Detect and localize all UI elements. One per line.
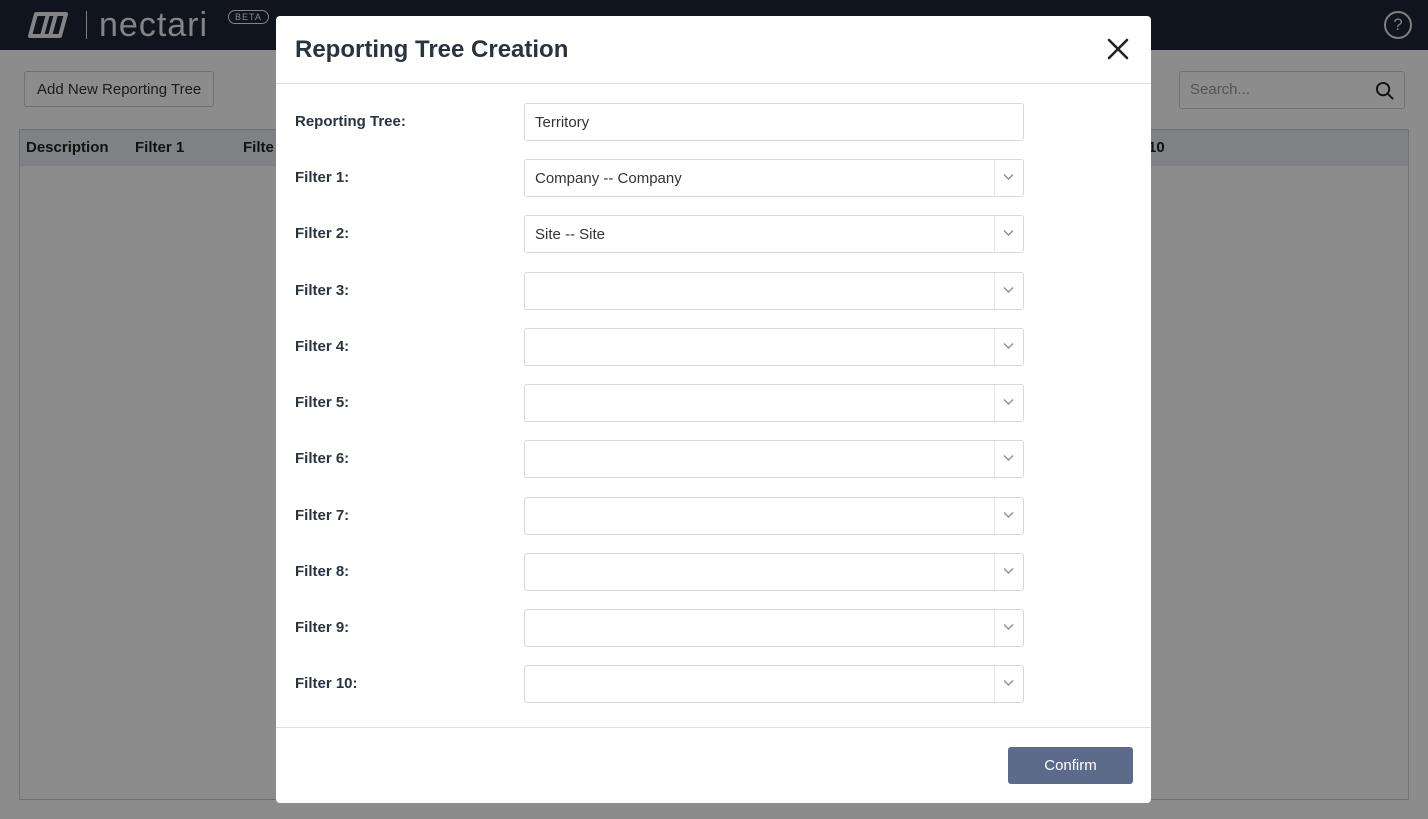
filter-7-select[interactable] (524, 497, 1024, 535)
filter-3-label: Filter 3: (295, 282, 350, 299)
reporting-tree-input[interactable] (524, 103, 1024, 141)
filter-6-dropdown-toggle[interactable] (994, 441, 1023, 477)
filter-10-select[interactable] (524, 665, 1024, 703)
confirm-button[interactable]: Confirm (1008, 747, 1133, 784)
chevron-down-icon (1003, 624, 1014, 630)
filter-5-label: Filter 5: (295, 394, 350, 411)
filter-7-dropdown-toggle[interactable] (994, 498, 1023, 534)
chevron-down-icon (1003, 680, 1014, 686)
filter-7-row: Filter 7: (276, 497, 1151, 535)
filter-3-row: Filter 3: (276, 272, 1151, 310)
filter-3-select[interactable] (524, 272, 1024, 310)
filter-6-select[interactable] (524, 440, 1024, 478)
filter-5-dropdown-toggle[interactable] (994, 385, 1023, 421)
filter-5-row: Filter 5: (276, 384, 1151, 422)
filter-6-row: Filter 6: (276, 440, 1151, 478)
chevron-down-icon (1003, 512, 1014, 518)
dialog-title: Reporting Tree Creation (295, 36, 569, 63)
filter-8-dropdown-toggle[interactable] (994, 554, 1023, 590)
filter-1-selected-value: Company -- Company (535, 170, 682, 187)
filter-2-row: Filter 2: Site -- Site (276, 215, 1151, 253)
filter-1-label: Filter 1: (295, 169, 350, 186)
filter-4-row: Filter 4: (276, 328, 1151, 366)
filter-5-select[interactable] (524, 384, 1024, 422)
chevron-down-icon (1003, 287, 1014, 293)
filter-10-dropdown-toggle[interactable] (994, 666, 1023, 702)
filter-10-label: Filter 10: (295, 675, 358, 692)
filter-7-label: Filter 7: (295, 507, 350, 524)
chevron-down-icon (1003, 399, 1014, 405)
chevron-down-icon (1003, 174, 1014, 180)
filter-9-row: Filter 9: (276, 609, 1151, 647)
filter-1-select[interactable]: Company -- Company (524, 159, 1024, 197)
dialog-footer: Confirm (276, 727, 1151, 804)
filter-9-select[interactable] (524, 609, 1024, 647)
filter-4-dropdown-toggle[interactable] (994, 329, 1023, 365)
filter-10-row: Filter 10: (276, 665, 1151, 703)
chevron-down-icon (1003, 568, 1014, 574)
filter-8-label: Filter 8: (295, 563, 350, 580)
filter-4-select[interactable] (524, 328, 1024, 366)
chevron-down-icon (1003, 455, 1014, 461)
reporting-tree-row: Reporting Tree: (276, 103, 1151, 141)
filter-2-label: Filter 2: (295, 225, 350, 242)
filter-3-dropdown-toggle[interactable] (994, 273, 1023, 309)
filter-9-label: Filter 9: (295, 619, 350, 636)
filter-2-select[interactable]: Site -- Site (524, 215, 1024, 253)
filter-2-selected-value: Site -- Site (535, 226, 606, 243)
filter-8-select[interactable] (524, 553, 1024, 591)
dialog-header: Reporting Tree Creation (276, 16, 1151, 84)
chevron-down-icon (1003, 343, 1014, 349)
reporting-tree-creation-dialog: Reporting Tree Creation Reporting Tree: … (276, 16, 1151, 803)
filter-4-label: Filter 4: (295, 338, 350, 355)
chevron-down-icon (1003, 230, 1014, 236)
close-icon[interactable] (1105, 36, 1131, 62)
filter-1-dropdown-toggle[interactable] (994, 160, 1023, 196)
filter-8-row: Filter 8: (276, 553, 1151, 591)
filter-1-row: Filter 1: Company -- Company (276, 159, 1151, 197)
filter-2-dropdown-toggle[interactable] (994, 216, 1023, 252)
filter-6-label: Filter 6: (295, 450, 350, 467)
reporting-tree-label: Reporting Tree: (295, 113, 406, 130)
filter-9-dropdown-toggle[interactable] (994, 610, 1023, 646)
